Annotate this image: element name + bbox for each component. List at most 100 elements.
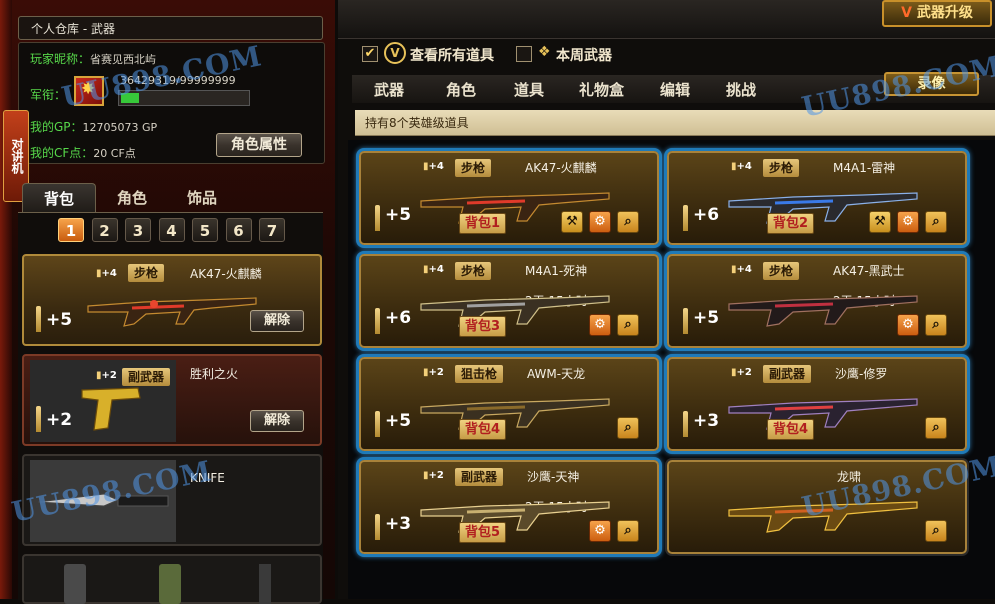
wrench-icon[interactable]: ⚒	[869, 211, 891, 233]
tab-items[interactable]: 道具	[514, 79, 544, 100]
left-tabs: 背包 角色 饰品	[22, 183, 322, 214]
card-plus: +6	[693, 205, 720, 225]
warehouse-title: 个人仓库 - 武器	[18, 16, 323, 40]
card-level: ▮+2	[731, 367, 752, 378]
cf-label: 我的CF点：	[30, 146, 94, 160]
filter-bar: ✔ V 查看所有道具 ❖ 本周武器	[352, 40, 995, 70]
weapon-image	[728, 192, 918, 224]
weapon-image	[420, 192, 610, 224]
card-level: ▮+4	[731, 264, 752, 275]
slot-plus: +2	[46, 410, 73, 430]
card-level: ▮+4	[423, 264, 444, 275]
search-icon[interactable]: ⌕	[925, 417, 947, 439]
weapon-image	[420, 295, 610, 327]
card-bag-badge[interactable]: 背包3	[459, 316, 507, 337]
unequip-button[interactable]: 解除	[250, 310, 304, 332]
backpack-tab-1[interactable]: 1	[58, 218, 84, 242]
card-plus: +3	[385, 514, 412, 534]
backpack-tab-4[interactable]: 4	[158, 218, 185, 242]
search-icon[interactable]: ⌕	[925, 314, 947, 336]
search-icon[interactable]: ⌕	[617, 314, 639, 336]
tab-challenge[interactable]: 挑战	[726, 79, 756, 100]
weapon-upgrade-button[interactable]: V 武器升级	[882, 0, 992, 27]
gear-icon[interactable]: ⚙	[589, 314, 611, 336]
card-level: ▮+4	[423, 161, 444, 172]
tab-backpack[interactable]: 背包	[22, 183, 96, 214]
card-bag-badge[interactable]: 背包1	[459, 213, 507, 234]
weapon-card[interactable]: +3▮+2副武器沙鹰-天神2天 15小时背包5⚙⌕	[359, 460, 659, 554]
tab-weapons[interactable]: 武器	[374, 79, 404, 100]
weekly-weapons-checkbox[interactable]	[516, 46, 532, 62]
weapon-card[interactable]: +6 ▮+4 步枪 M4A1-雷神 背包2 ⚒ ⚙ ⌕	[667, 151, 967, 245]
character-attributes-button[interactable]: 角色属性	[216, 133, 302, 157]
search-icon[interactable]: ⌕	[925, 520, 947, 542]
backpack-tab-5[interactable]: 5	[192, 218, 218, 242]
search-icon[interactable]: ⌕	[617, 211, 639, 233]
cf-row: 我的CF点：20 CF点	[30, 142, 136, 161]
ammo-icon	[375, 514, 380, 540]
tab-characters[interactable]: 角色	[446, 79, 476, 100]
card-plus: +5	[693, 308, 720, 328]
gear-icon[interactable]: ⚙	[589, 211, 611, 233]
weapon-card[interactable]: +3 ▮+2 副武器 沙鹰-修罗 背包4 ⌕	[667, 357, 967, 451]
search-icon[interactable]: ⌕	[617, 520, 639, 542]
weapon-image	[728, 295, 918, 327]
weapon-card[interactable]: +5 ▮+2 狙击枪 AWM-天龙 背包4 ⌕	[359, 357, 659, 451]
backpack-tab-2[interactable]: 2	[91, 218, 118, 242]
gp-row: 我的GP：12705073 GP	[30, 116, 157, 135]
tab-gift-box[interactable]: 礼物盒	[579, 79, 624, 100]
equipped-slot-secondary[interactable]: +2 ▮+2 副武器 胜利之火 解除	[22, 354, 322, 446]
ak47-fire-qilin-image	[87, 297, 257, 327]
card-level: ▮+4	[731, 161, 752, 172]
search-icon[interactable]: ⌕	[617, 417, 639, 439]
backpack-tab-3[interactable]: 3	[125, 218, 151, 242]
card-bag-badge[interactable]: 背包5	[459, 522, 507, 543]
wrench-icon[interactable]: ⚒	[561, 211, 583, 233]
weapon-image	[420, 398, 610, 430]
slot-weapon-name: 胜利之火	[190, 367, 239, 381]
card-bag-badge[interactable]: 背包2	[767, 213, 815, 234]
ammo-icon	[683, 411, 688, 437]
weapon-image	[728, 398, 918, 430]
grenade-icon	[159, 564, 181, 604]
ammo-icon	[375, 308, 380, 334]
card-type-badge: 步枪	[455, 159, 492, 177]
tab-character[interactable]: 角色	[102, 183, 162, 213]
grenade-icon	[259, 564, 271, 604]
weapon-card[interactable]: +5 ▮+4 步枪 AK47-火麒麟 背包1 ⚒ ⚙ ⌕	[359, 151, 659, 245]
gp-label: 我的GP：	[30, 120, 83, 134]
card-weapon-name: AK47-火麒麟	[525, 161, 597, 175]
card-plus: +6	[385, 308, 412, 328]
gear-icon[interactable]: ⚙	[897, 211, 919, 233]
weapon-card[interactable]: +6▮+4步枪M4A1-死神2天 15小时背包3⚙⌕	[359, 254, 659, 348]
card-bag-badge[interactable]: 背包4	[459, 419, 507, 440]
equipped-slot-primary[interactable]: +5 ▮+4 步枪 AK47-火麒麟 解除	[22, 254, 322, 346]
cf-value: 20 CF点	[93, 147, 136, 160]
weapon-image	[420, 501, 610, 533]
unequip-button[interactable]: 解除	[250, 410, 304, 432]
gear-icon[interactable]: ⚙	[589, 520, 611, 542]
gear-icon[interactable]: ⚙	[897, 314, 919, 336]
tab-accessories[interactable]: 饰品	[172, 183, 232, 213]
tab-edit[interactable]: 编辑	[660, 79, 690, 100]
card-type-badge: 步枪	[455, 262, 492, 280]
backpack-tab-6[interactable]: 6	[225, 218, 252, 242]
slot-level: ▮+4	[96, 268, 117, 279]
gift-icon: ❖	[538, 44, 551, 60]
weekly-weapons-label[interactable]: 本周武器	[556, 45, 612, 65]
weapon-card[interactable]: +5▮+4步枪AK47-黑武士2天 15小时⚙⌕	[667, 254, 967, 348]
victory-fire-pistol-image	[81, 387, 141, 431]
card-weapon-name: AK47-黑武士	[833, 264, 905, 278]
card-level: ▮+2	[423, 367, 444, 378]
card-type-badge: 副武器	[763, 365, 812, 383]
v-badge-icon: V	[384, 42, 406, 64]
card-plus: +5	[385, 411, 412, 431]
backpack-tab-7[interactable]: 7	[259, 218, 285, 242]
show-all-label[interactable]: 查看所有道具	[410, 45, 494, 65]
equipped-slot-throwables[interactable]	[22, 554, 322, 604]
card-weapon-name: AWM-天龙	[527, 367, 586, 381]
card-bag-badge[interactable]: 背包4	[767, 419, 815, 440]
show-all-checkbox[interactable]: ✔	[362, 46, 378, 62]
hero-items-notice: 持有8个英雄级道具	[355, 110, 995, 136]
search-icon[interactable]: ⌕	[925, 211, 947, 233]
